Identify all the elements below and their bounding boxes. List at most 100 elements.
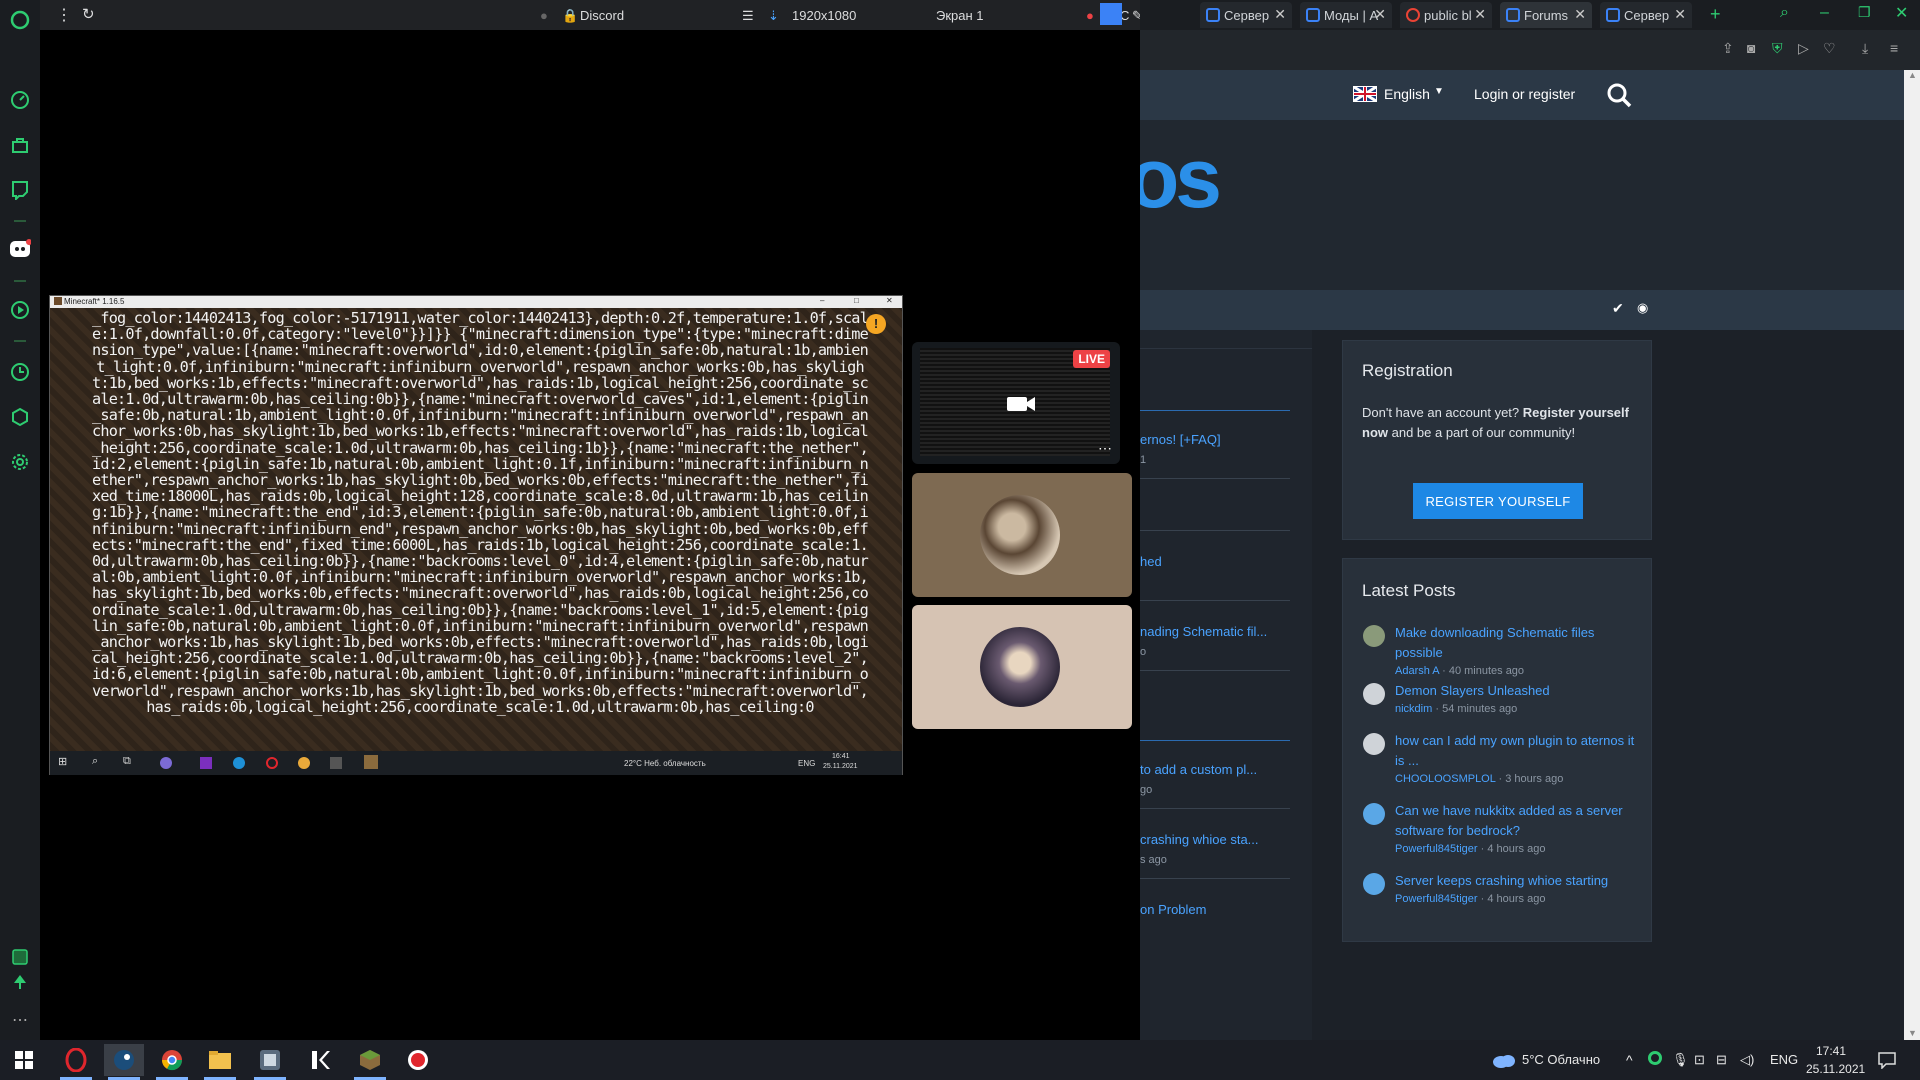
close-icon[interactable]: ✕ bbox=[1374, 6, 1386, 23]
restore-icon[interactable]: ❐ bbox=[1858, 4, 1871, 21]
tree-icon[interactable] bbox=[8, 970, 32, 994]
player-icon[interactable] bbox=[8, 298, 32, 322]
list-icon[interactable]: ☰ bbox=[742, 8, 754, 24]
page-scrollbar[interactable]: ▲ ▼ bbox=[1904, 70, 1920, 1040]
chevron-up-icon[interactable]: ^ bbox=[1626, 1052, 1633, 1068]
menu-icon[interactable]: ≡ bbox=[1890, 40, 1898, 56]
login-link[interactable]: Login or register bbox=[1474, 86, 1575, 102]
tab-public[interactable]: public bl ✕ bbox=[1400, 2, 1492, 28]
thread-title[interactable]: ernos! [+FAQ] bbox=[1140, 432, 1221, 447]
scroll-down-icon[interactable]: ▼ bbox=[1908, 1028, 1917, 1038]
close-icon[interactable]: ✕ bbox=[1674, 6, 1686, 23]
post-title[interactable]: Can we have nukkitx added as a server so… bbox=[1395, 801, 1635, 841]
menu-dots-icon[interactable]: ⋮ bbox=[56, 5, 72, 25]
volume-icon[interactable]: ◁) bbox=[1740, 1052, 1754, 1068]
speed-dial-icon[interactable] bbox=[8, 88, 32, 112]
search-icon[interactable] bbox=[1606, 82, 1632, 108]
twitch-icon[interactable] bbox=[8, 178, 32, 202]
pin-icon[interactable]: ⇣ bbox=[768, 8, 779, 24]
tab-mods[interactable]: Моды | А ✕ bbox=[1300, 2, 1392, 28]
list-item[interactable]: Can we have nukkitx added as a server so… bbox=[1363, 801, 1635, 855]
close-icon[interactable]: ✕ bbox=[1574, 6, 1586, 23]
shopping-icon[interactable] bbox=[8, 133, 32, 157]
microphone-icon[interactable]: 🎙 bbox=[1672, 1052, 1689, 1068]
download-icon[interactable]: ⤓ bbox=[1862, 40, 1868, 57]
settings-gear-icon[interactable] bbox=[8, 450, 32, 474]
list-item[interactable]: how can I add my own plugin to aternos i… bbox=[1363, 731, 1635, 785]
thread-title[interactable]: hed bbox=[1140, 554, 1162, 569]
vpn-tray-icon[interactable] bbox=[1648, 1051, 1662, 1065]
close-icon[interactable]: ✕ bbox=[1474, 6, 1486, 23]
share-icon[interactable]: ⇪ bbox=[1722, 40, 1734, 57]
close-icon[interactable]: ✕ bbox=[886, 296, 893, 305]
minecraft-window[interactable]: Minecraft* 1.16.5 – □ ✕ _fog_color:14402… bbox=[49, 295, 903, 775]
list-item[interactable]: Demon Slayers Unleashed nickdim · 54 min… bbox=[1363, 681, 1633, 721]
notifications-icon[interactable] bbox=[1878, 1051, 1896, 1069]
register-button[interactable]: REGISTER YOURSELF bbox=[1413, 483, 1583, 519]
weather-text[interactable]: 5°C Облачно bbox=[1522, 1052, 1600, 1067]
minecraft-icon[interactable] bbox=[350, 1044, 390, 1080]
opera-logo-icon[interactable] bbox=[8, 8, 32, 32]
chrome-icon[interactable] bbox=[152, 1044, 192, 1080]
extensions-icon[interactable] bbox=[8, 405, 32, 429]
scroll-up-icon[interactable]: ▲ bbox=[1908, 70, 1917, 80]
tab-server-1[interactable]: Сервер ✕ bbox=[1200, 2, 1292, 28]
rss-icon[interactable]: ◉ bbox=[1637, 300, 1648, 316]
stream-tile[interactable]: LIVE ⋯ bbox=[912, 342, 1120, 464]
tab-forums[interactable]: Forums ✕ bbox=[1500, 2, 1592, 28]
thread-title[interactable]: on Problem bbox=[1140, 902, 1206, 917]
network-icon[interactable]: ⊟ bbox=[1716, 1052, 1727, 1068]
language-selector[interactable]: English bbox=[1384, 86, 1430, 102]
post-user[interactable]: nickdim bbox=[1395, 703, 1432, 715]
history-icon[interactable] bbox=[8, 360, 32, 384]
tab-server-2[interactable]: Сервер ✕ bbox=[1600, 2, 1692, 28]
post-user[interactable]: CHOOLOOSMPLOL bbox=[1395, 773, 1495, 785]
post-user[interactable]: Adarsh A bbox=[1395, 665, 1439, 677]
file-explorer-icon[interactable] bbox=[200, 1044, 240, 1080]
maximize-icon[interactable]: □ bbox=[854, 296, 859, 305]
thread-title[interactable]: to add a custom pl... bbox=[1140, 762, 1257, 777]
thread-title[interactable]: nading Schematic fil... bbox=[1140, 624, 1267, 639]
camera-icon[interactable]: ⊡ bbox=[1694, 1052, 1705, 1068]
participant-tile[interactable] bbox=[912, 473, 1132, 597]
obs-record-icon[interactable] bbox=[398, 1044, 438, 1076]
list-item[interactable]: Make downloading Schematic files possibl… bbox=[1363, 623, 1635, 677]
post-title[interactable]: how can I add my own plugin to aternos i… bbox=[1395, 731, 1635, 771]
kodi-icon[interactable] bbox=[300, 1044, 340, 1076]
post-title[interactable]: Demon Slayers Unleashed bbox=[1395, 681, 1635, 701]
search-icon: ⌕ bbox=[92, 755, 99, 767]
language-indicator[interactable]: ENG bbox=[1770, 1052, 1798, 1067]
windows-start-icon[interactable] bbox=[4, 1044, 44, 1076]
thread-title[interactable]: crashing whioe sta... bbox=[1140, 832, 1259, 847]
app-icon[interactable] bbox=[250, 1044, 290, 1080]
discord-icon[interactable] bbox=[8, 237, 32, 261]
clock-time[interactable]: 17:41 bbox=[1816, 1044, 1846, 1058]
post-title[interactable]: Make downloading Schematic files possibl… bbox=[1395, 623, 1635, 663]
post-title[interactable]: Server keeps crashing whioe starting bbox=[1395, 871, 1635, 891]
list-item[interactable]: Server keeps crashing whioe starting Pow… bbox=[1363, 871, 1633, 911]
minimize-icon[interactable]: – bbox=[820, 296, 824, 305]
shield-icon[interactable]: ⛨ bbox=[1772, 40, 1783, 57]
camera-icon[interactable]: ◙ bbox=[1747, 40, 1755, 56]
new-tab-icon[interactable]: + bbox=[1710, 4, 1721, 25]
capture-button[interactable] bbox=[1100, 3, 1122, 25]
close-icon[interactable]: ✕ bbox=[1274, 6, 1286, 23]
heart-icon[interactable]: ♡ bbox=[1823, 40, 1836, 57]
more-options-icon[interactable]: ⋯ bbox=[1098, 440, 1112, 457]
send-icon[interactable]: ▷ bbox=[1798, 40, 1809, 57]
opera-icon bbox=[266, 757, 278, 769]
more-dots-icon[interactable]: ⋯ bbox=[8, 1008, 32, 1032]
participant-tile[interactable] bbox=[912, 605, 1132, 729]
search-tabs-icon[interactable]: ⌕ bbox=[1780, 4, 1789, 22]
close-window-icon[interactable]: ✕ bbox=[1895, 3, 1908, 23]
tab-favicon-icon bbox=[1206, 8, 1220, 22]
reload-icon[interactable]: ↻ bbox=[82, 5, 95, 23]
steam-icon[interactable] bbox=[104, 1044, 144, 1080]
opera-icon[interactable] bbox=[56, 1044, 96, 1080]
vpn-icon[interactable] bbox=[8, 945, 32, 969]
post-user[interactable]: Powerful845tiger bbox=[1395, 843, 1478, 855]
minimize-icon[interactable]: – bbox=[1820, 4, 1829, 22]
post-user[interactable]: Powerful845tiger bbox=[1395, 893, 1478, 905]
mark-read-icon[interactable]: ✔ bbox=[1612, 300, 1624, 317]
clock-date[interactable]: 25.11.2021 bbox=[1806, 1062, 1865, 1076]
